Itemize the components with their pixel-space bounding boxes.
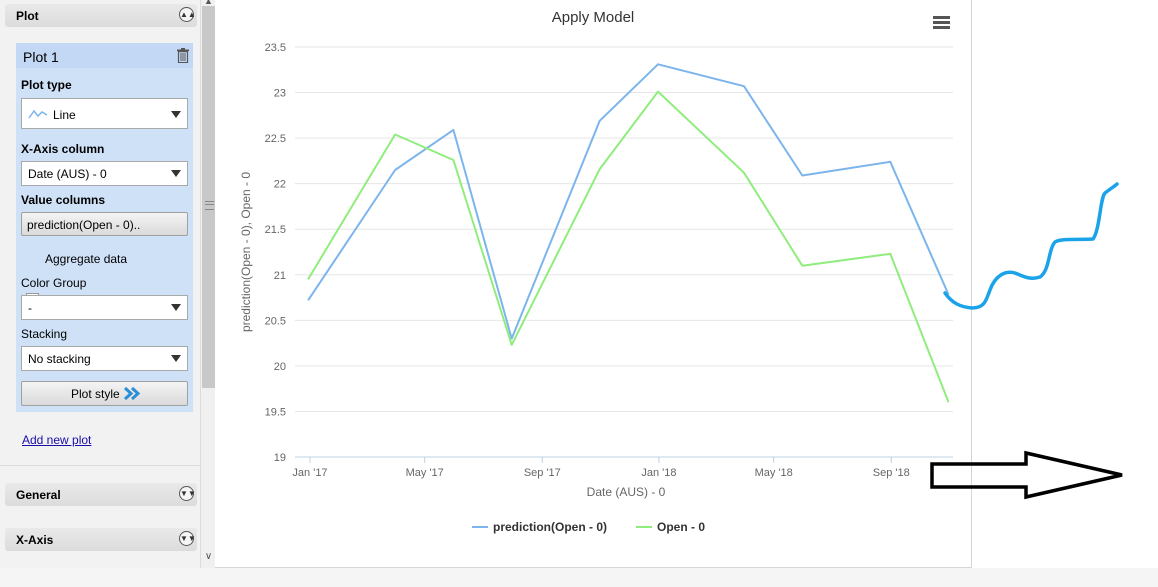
value-columns-label: Value columns bbox=[21, 193, 106, 207]
general-section-header[interactable]: General ▼▼ bbox=[5, 483, 197, 506]
legend-item[interactable]: Open - 0 bbox=[657, 520, 705, 534]
y-tick-label: 20 bbox=[274, 361, 286, 373]
y-tick-label: 21.5 bbox=[265, 224, 286, 236]
plot-type-dropdown[interactable]: Line bbox=[21, 98, 188, 129]
stacking-value: No stacking bbox=[28, 352, 91, 366]
aggregate-data-label: Aggregate data bbox=[45, 252, 128, 266]
double-chevron-right-icon bbox=[123, 386, 141, 404]
x-axis-column-dropdown[interactable]: Date (AUS) - 0 bbox=[21, 161, 188, 186]
y-tick-label: 19 bbox=[274, 452, 286, 464]
line-chart-icon bbox=[28, 108, 48, 123]
chart-title: Apply Model bbox=[552, 9, 635, 26]
add-new-plot-link[interactable]: Add new plot bbox=[22, 433, 91, 447]
x-tick-label: Jan '17 bbox=[292, 467, 327, 479]
chevron-down-icon bbox=[171, 355, 181, 362]
y-tick-label: 22.5 bbox=[265, 133, 286, 145]
plot-type-value: Line bbox=[53, 108, 76, 122]
x-tick-label: May '17 bbox=[406, 467, 444, 479]
value-columns-button-label: prediction(Open - 0).. bbox=[27, 218, 141, 232]
color-group-label: Color Group bbox=[21, 276, 87, 290]
general-section-title: General bbox=[16, 488, 61, 502]
y-tick-label: 21 bbox=[274, 270, 286, 282]
sidebar: Plot ▲▲ Plot 1 Plot type Line X-Axis col… bbox=[0, 0, 200, 568]
plot-panel-header: Plot 1 bbox=[16, 43, 193, 68]
legend-item[interactable]: prediction(Open - 0) bbox=[493, 520, 607, 534]
y-axis-label: prediction(Open - 0), Open - 0 bbox=[239, 172, 253, 332]
expand-down-icon[interactable]: ▼▼ bbox=[179, 531, 196, 546]
plot-style-button[interactable]: Plot style bbox=[21, 381, 188, 406]
color-group-value: - bbox=[28, 301, 32, 315]
y-tick-label: 22 bbox=[274, 179, 286, 191]
x-axis-label: Date (AUS) - 0 bbox=[587, 485, 666, 499]
grip-icon bbox=[205, 201, 214, 210]
x-axis-column-value: Date (AUS) - 0 bbox=[28, 167, 107, 181]
plot-name: Plot 1 bbox=[23, 49, 59, 65]
scroll-down-icon[interactable]: ∨ bbox=[201, 550, 216, 564]
x-axis-section-header[interactable]: X-Axis ▼▼ bbox=[5, 528, 197, 551]
chevron-down-icon bbox=[171, 304, 181, 311]
y-tick-label: 23 bbox=[274, 88, 286, 100]
chart-area: 19 19.5 20 20.5 21 21.5 22 22.5 23 23.5 Jan '17 May… bbox=[215, 0, 972, 568]
x-tick-label: Jan '18 bbox=[641, 467, 676, 479]
plot-panel: Plot 1 Plot type Line X-Axis column Date… bbox=[16, 43, 193, 412]
line-chart: 19 19.5 20 20.5 21 21.5 22 22.5 23 23.5 Jan '17 May… bbox=[239, 9, 953, 534]
x-tick-label: May '18 bbox=[755, 467, 793, 479]
y-tick-label: 19.5 bbox=[265, 406, 286, 418]
chevron-down-icon bbox=[171, 111, 181, 118]
scrollbar-thumb[interactable] bbox=[202, 6, 215, 388]
value-columns-button[interactable]: prediction(Open - 0).. bbox=[21, 212, 188, 236]
section-divider bbox=[0, 465, 200, 466]
plot-style-button-label: Plot style bbox=[71, 387, 120, 401]
series-line-prediction bbox=[307, 63, 950, 340]
hamburger-menu-icon[interactable] bbox=[933, 16, 950, 29]
color-group-dropdown[interactable]: - bbox=[21, 295, 188, 320]
stacking-label: Stacking bbox=[21, 327, 68, 341]
plot-section-title: Plot bbox=[16, 9, 39, 23]
y-tick-label: 23.5 bbox=[265, 42, 286, 54]
plot-section-header[interactable]: Plot ▲▲ bbox=[5, 4, 197, 27]
expand-down-icon[interactable]: ▼▼ bbox=[179, 486, 196, 501]
x-tick-label: Sep '18 bbox=[873, 467, 910, 479]
trash-icon[interactable] bbox=[177, 48, 189, 66]
x-axis-column-label: X-Axis column bbox=[21, 142, 105, 156]
x-axis-section-title: X-Axis bbox=[16, 533, 54, 547]
plot-type-label: Plot type bbox=[21, 78, 72, 92]
bottom-strip bbox=[0, 568, 1158, 587]
x-tick-label: Sep '17 bbox=[524, 467, 561, 479]
sidebar-scrollbar[interactable]: ▲ ∨ bbox=[200, 0, 216, 568]
collapse-up-icon[interactable]: ▲▲ bbox=[179, 7, 196, 22]
stacking-dropdown[interactable]: No stacking bbox=[21, 346, 188, 371]
y-tick-label: 20.5 bbox=[265, 315, 286, 327]
chevron-down-icon bbox=[171, 170, 181, 177]
